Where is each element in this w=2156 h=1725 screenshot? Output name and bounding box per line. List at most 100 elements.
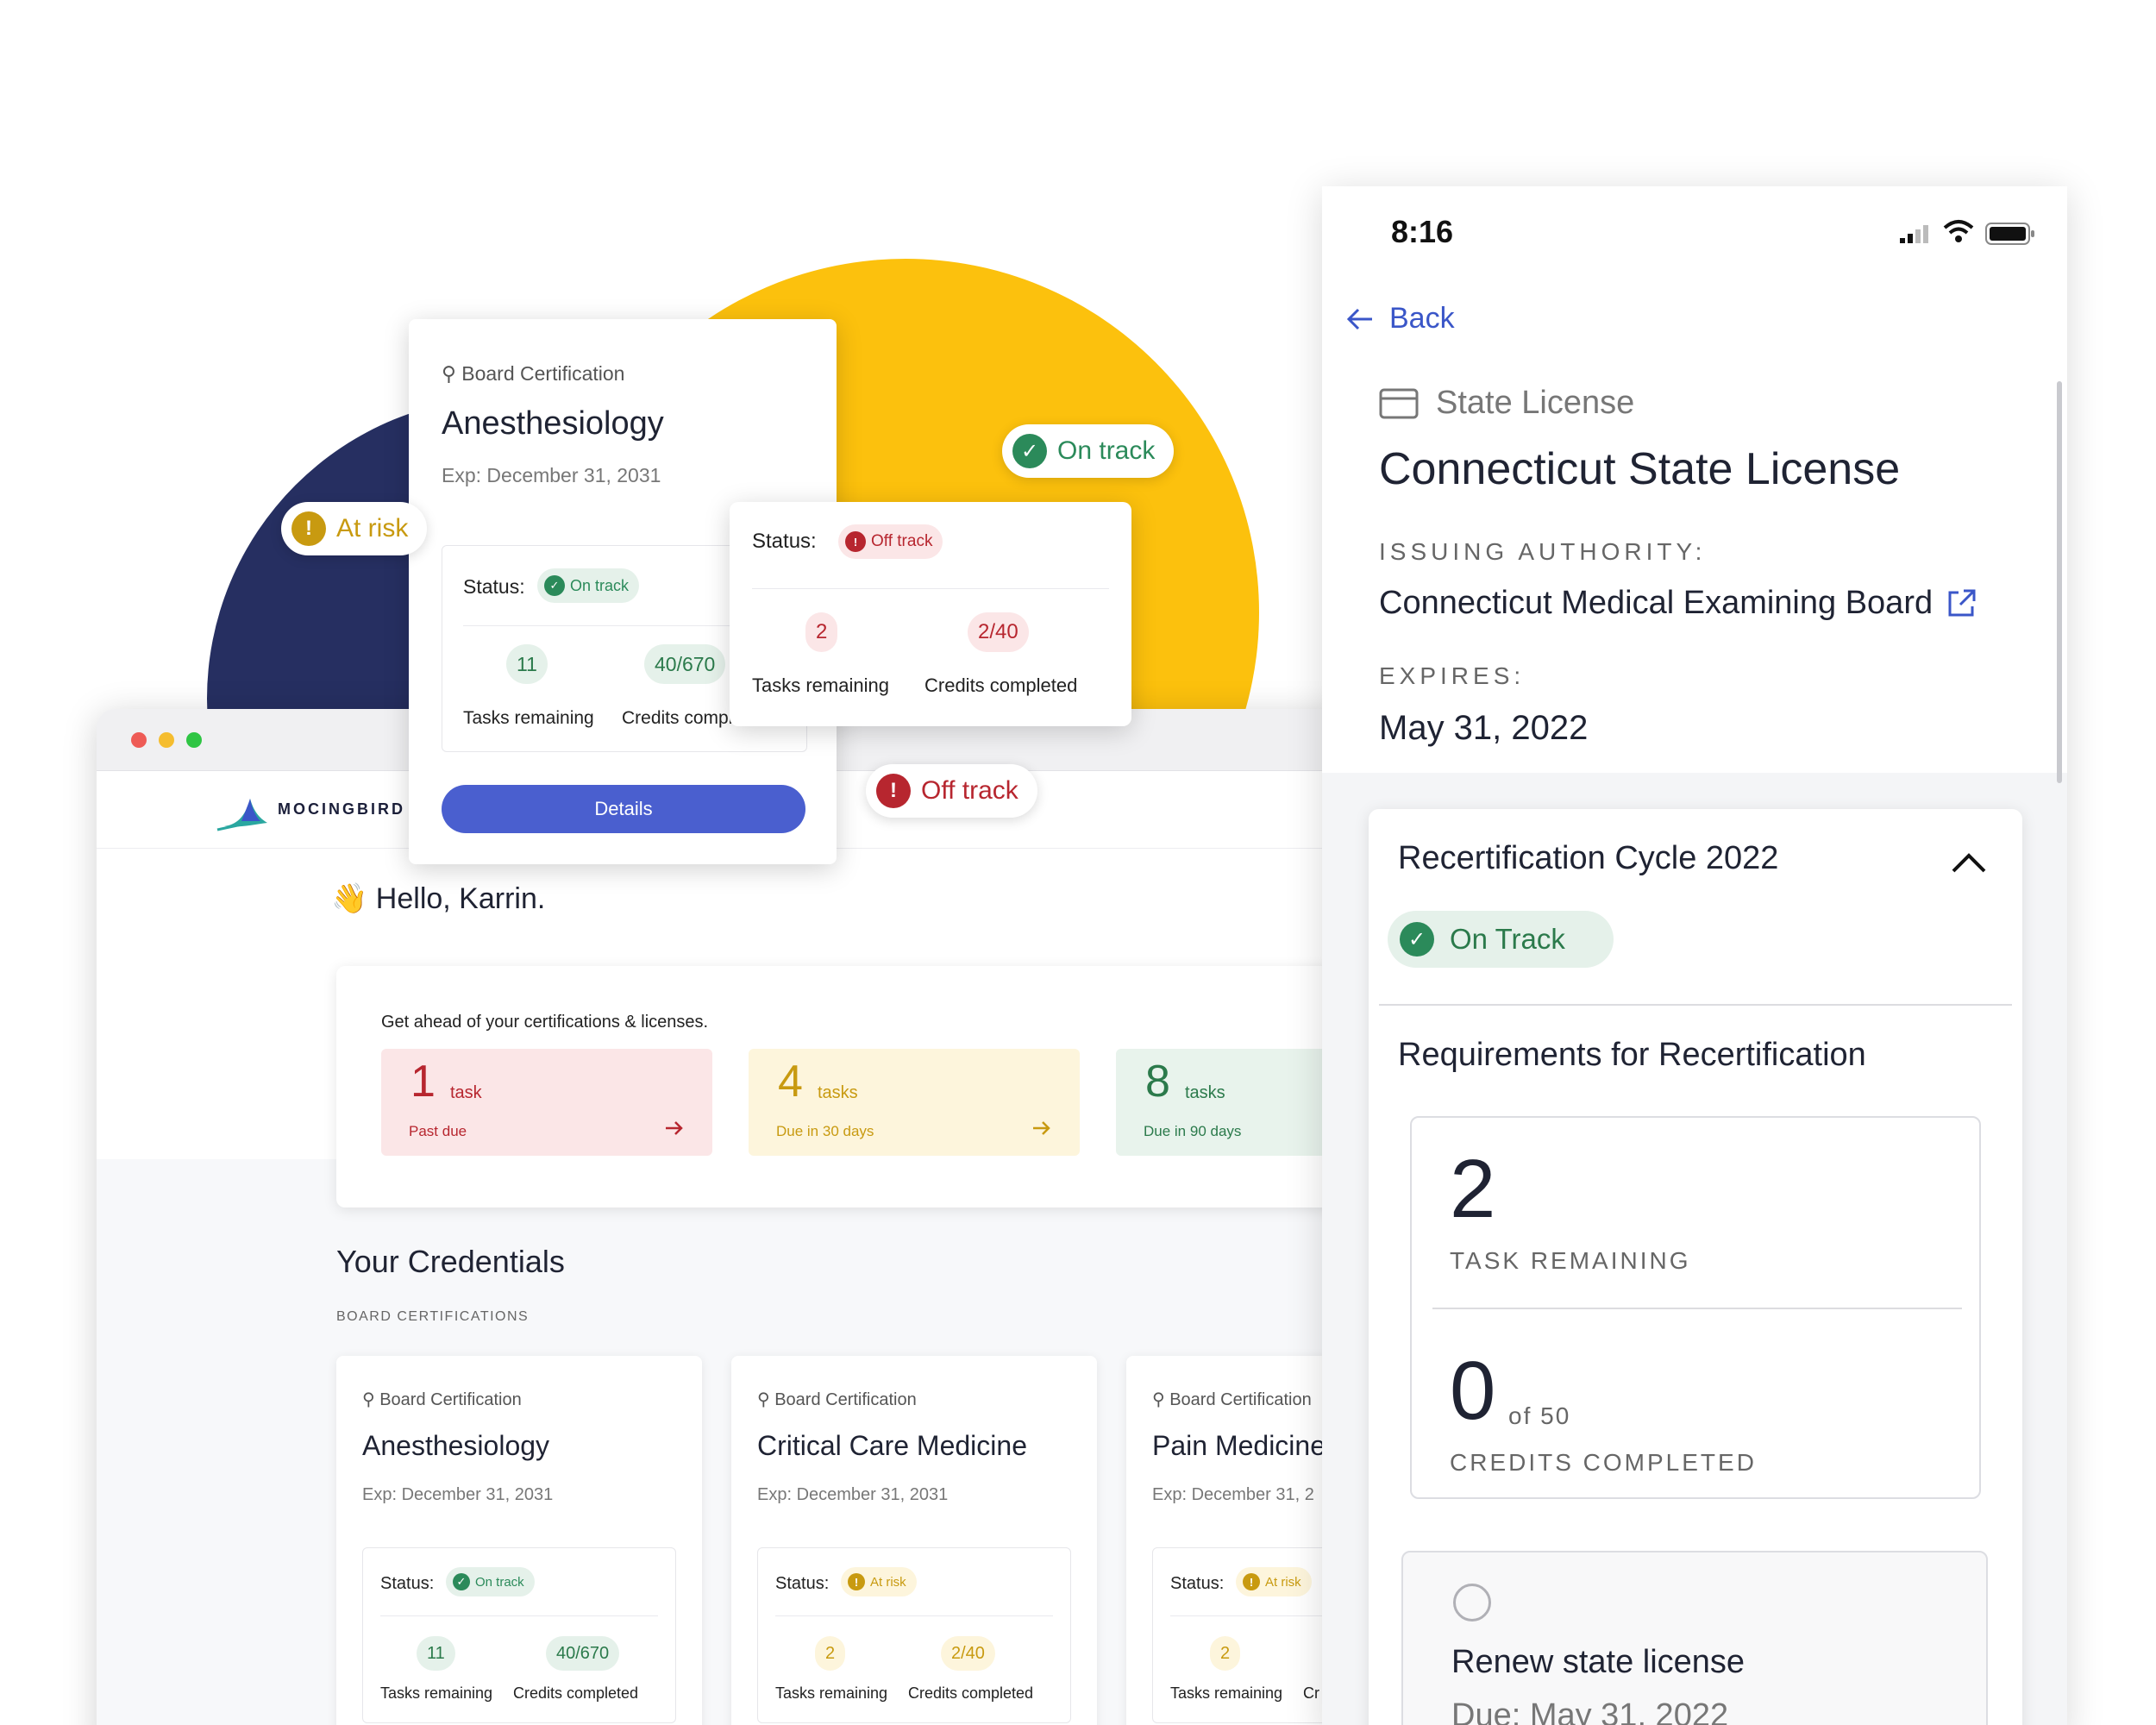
credits-completed-count: 0 [1450, 1345, 1496, 1437]
cycle-status-badge: ✓ On Track [1388, 911, 1614, 968]
credential-type: ⚲ Board Certification [757, 1390, 917, 1409]
tasks-label: Tasks remaining [463, 708, 594, 728]
award-icon: ⚲ [362, 1390, 375, 1409]
credential-type: ⚲ Board Certification [1152, 1390, 1312, 1409]
credits-count: 40/670 [546, 1636, 620, 1671]
alert-icon: ! [291, 511, 326, 546]
alert-icon: ! [1243, 1573, 1260, 1590]
credential-card-anesthesiology[interactable]: ⚲ Board Certification Anesthesiology Exp… [336, 1356, 702, 1725]
check-circle-icon: ✓ [1012, 434, 1047, 468]
status-bar-time: 8:16 [1391, 214, 1454, 249]
credential-status-box: Status: ! At risk 2 Tasks remaining 2/40… [757, 1547, 1071, 1723]
tile-count: 4 [778, 1057, 803, 1107]
arrow-right-icon[interactable] [1030, 1116, 1054, 1140]
tasks-label: Tasks remaining [1170, 1684, 1283, 1702]
back-button[interactable]: Back [1346, 302, 1455, 336]
divider [752, 588, 1109, 589]
status-label: Status: [463, 575, 525, 598]
credential-type: ⚲ Board Certification [442, 362, 625, 385]
on-track-badge: ✓ On track [1002, 424, 1175, 478]
tile-unit: task [450, 1083, 482, 1102]
credential-name: Pain Medicine [1152, 1430, 1326, 1461]
mocingbird-logo-icon [216, 799, 267, 831]
status-label: Status: [752, 530, 817, 553]
issuing-authority-link[interactable]: Connecticut Medical Examining Board [1379, 585, 1977, 622]
at-risk-badge: ! At risk [281, 502, 428, 555]
board-certifications-label: BOARD CERTIFICATIONS [336, 1309, 530, 1324]
divider [1379, 1004, 2012, 1006]
tasks-remaining-count: 2 [1450, 1143, 1496, 1235]
credentials-heading: Your Credentials [336, 1244, 565, 1279]
credential-expiry: Exp: December 31, 2 [1152, 1485, 1314, 1504]
signal-icon [1898, 223, 1933, 249]
alert-icon: ! [845, 531, 866, 552]
credential-status-box: Status: ✓ On track 11 Tasks remaining 40… [362, 1547, 676, 1723]
credential-card-critical-care[interactable]: ⚲ Board Certification Critical Care Medi… [731, 1356, 1097, 1725]
past-due-tile[interactable]: 1 task Past due [381, 1049, 712, 1156]
tasks-count: 2 [805, 612, 838, 652]
details-button[interactable]: Details [442, 785, 805, 833]
issuing-authority-label: ISSUING AUTHORITY: [1379, 538, 1707, 565]
tile-subtitle: Due in 30 days [776, 1123, 874, 1139]
due-30-tile[interactable]: 4 tasks Due in 30 days [749, 1049, 1080, 1156]
credits-label: Credits completed [924, 674, 1078, 696]
tile-unit: tasks [818, 1083, 858, 1102]
status-badge: ✓ On track [446, 1567, 535, 1596]
greeting-text: Hello, Karrin. [375, 882, 546, 915]
divider [775, 1615, 1053, 1616]
radio-icon[interactable] [1453, 1584, 1491, 1622]
credential-expiry: Exp: December 31, 2031 [442, 464, 661, 486]
license-name: Connecticut State License [1379, 444, 1901, 494]
task-title: Renew state license [1451, 1644, 1745, 1680]
task-summary-card: Get ahead of your certifications & licen… [336, 966, 1425, 1208]
tile-subtitle: Past due [409, 1123, 467, 1139]
award-icon: ⚲ [1152, 1390, 1165, 1409]
tasks-label: Tasks remaining [380, 1684, 493, 1702]
tile-count: 1 [411, 1057, 436, 1107]
minimize-window-dot[interactable] [159, 732, 174, 748]
status-label: Status: [380, 1574, 435, 1593]
summary-prompt: Get ahead of your certifications & licen… [381, 1013, 709, 1032]
renew-license-task[interactable]: Renew state license Due: May 31, 2022 [1401, 1551, 1988, 1725]
check-circle-icon: ✓ [544, 575, 565, 596]
status-badge: ✓ On track [537, 568, 640, 603]
status-label: Status: [1170, 1574, 1225, 1593]
credits-total: of 50 [1508, 1402, 1571, 1429]
credential-name: Anesthesiology [362, 1430, 550, 1461]
logo-text: MOCINGBIRD [278, 800, 405, 818]
tile-count: 8 [1145, 1057, 1170, 1107]
credits-count: 2/40 [941, 1636, 995, 1671]
tasks-count: 2 [1210, 1636, 1241, 1671]
divider [380, 1615, 658, 1616]
status-badge: ! At risk [1236, 1567, 1312, 1596]
maximize-window-dot[interactable] [186, 732, 202, 748]
tasks-count: 11 [417, 1636, 455, 1671]
external-link-icon[interactable] [1945, 587, 1977, 620]
credits-label: Credits completed [513, 1684, 639, 1702]
status-badge: ! At risk [841, 1567, 917, 1596]
check-circle-icon: ✓ [453, 1573, 470, 1590]
back-arrow-icon [1346, 308, 1372, 329]
task-due-date: Due: May 31, 2022 [1451, 1697, 1729, 1725]
credential-type: ⚲ Board Certification [362, 1390, 522, 1409]
tasks-count: 2 [815, 1636, 846, 1671]
close-window-dot[interactable] [131, 732, 147, 748]
credits-label: Credits compl [622, 708, 733, 728]
wifi-icon [1941, 219, 1976, 249]
credential-name: Anesthesiology [442, 405, 664, 442]
divider [1432, 1308, 1962, 1309]
status-label: Status: [775, 1574, 830, 1593]
off-track-stats-card[interactable]: Status: ! Off track 2 Tasks remaining 2/… [730, 502, 1131, 726]
tile-unit: tasks [1185, 1083, 1225, 1102]
credits-label: Credits completed [908, 1684, 1034, 1702]
recertification-cycle-card: Recertification Cycle 2022 ✓ On Track Re… [1369, 809, 2022, 1725]
expires-value: May 31, 2022 [1379, 709, 1589, 747]
arrow-right-icon[interactable] [662, 1116, 686, 1140]
chevron-up-icon[interactable] [1950, 850, 1988, 875]
scrollbar[interactable] [2057, 381, 2062, 783]
card-icon [1379, 388, 1419, 418]
scene: MOCINGBIRD 👋 Hello, Karrin. Get ahead of… [0, 0, 2156, 1725]
battery-icon [1984, 221, 2036, 251]
wave-emoji: 👋 [331, 882, 368, 915]
greeting: 👋 Hello, Karrin. [331, 881, 545, 916]
